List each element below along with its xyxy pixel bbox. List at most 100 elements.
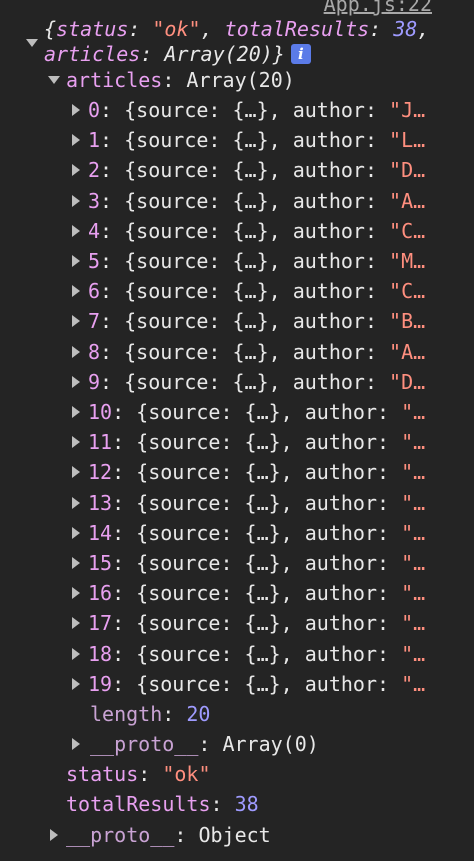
length-value: 20	[186, 702, 211, 726]
status-colon: :	[138, 762, 163, 786]
expand-arrow-icon[interactable]	[72, 526, 80, 539]
brace-open: {	[44, 17, 57, 41]
array-proto-value: Array(0)	[222, 732, 319, 756]
expand-arrow-icon[interactable]	[72, 647, 80, 660]
article-index: 13	[88, 490, 113, 515]
array-proto-colon: :	[198, 732, 223, 756]
article-author-value: "A…	[389, 339, 426, 364]
article-preview: : {source: {…}, author:	[100, 98, 390, 122]
article-preview: : {source: {…}, author:	[112, 551, 402, 575]
article-author-value: "…	[401, 490, 426, 515]
article-author-value: "…	[401, 520, 426, 545]
expand-arrow-icon[interactable]	[72, 164, 80, 177]
object-proto-key: __proto__	[66, 823, 175, 847]
summary-total-key: totalResults	[224, 17, 370, 41]
collapse-arrow-icon[interactable]	[48, 76, 60, 84]
article-index: 4	[88, 218, 101, 243]
article-index: 2	[88, 158, 101, 183]
summary-status-value: "ok"	[152, 17, 201, 41]
article-author-value: "…	[401, 641, 426, 666]
article-index: 15	[88, 551, 113, 575]
article-index: 18	[88, 641, 113, 666]
expand-arrow-icon[interactable]	[72, 375, 80, 388]
article-index: 5	[88, 249, 101, 273]
console-source-link[interactable]: App.js:22	[324, 0, 432, 14]
article-preview: : {source: {…}, author:	[100, 158, 390, 183]
expand-arrow-icon[interactable]	[72, 104, 80, 116]
article-index: 11	[88, 430, 113, 455]
expand-arrow-icon[interactable]	[72, 345, 80, 358]
object-proto-value: Object	[198, 823, 271, 847]
brace-close: }	[272, 42, 285, 66]
expand-arrow-icon[interactable]	[72, 194, 80, 207]
expand-arrow-icon[interactable]	[72, 738, 80, 750]
article-index: 16	[88, 581, 113, 606]
summary-colon: :	[369, 17, 394, 41]
collapse-arrow-icon[interactable]	[26, 39, 38, 47]
summary-status-key: status	[56, 17, 129, 41]
expand-arrow-icon[interactable]	[72, 466, 80, 479]
article-index: 17	[88, 611, 113, 636]
article-index: 0	[88, 98, 101, 122]
expand-arrow-icon[interactable]	[72, 587, 80, 600]
article-preview: : {source: {…}, author:	[100, 249, 390, 273]
summary-colon: :	[140, 42, 165, 66]
article-author-value: "C…	[389, 218, 426, 243]
article-index: 7	[88, 309, 101, 334]
article-index: 6	[88, 279, 101, 304]
article-preview: : {source: {…}, author:	[112, 430, 402, 455]
expand-arrow-icon[interactable]	[72, 677, 80, 690]
expand-arrow-icon[interactable]	[72, 496, 80, 509]
article-preview: : {source: {…}, author:	[112, 641, 402, 666]
summary-articles-key: articles	[44, 42, 141, 66]
article-author-value: "D…	[389, 158, 426, 183]
expand-arrow-icon[interactable]	[72, 557, 80, 569]
article-preview: : {source: {…}, author:	[112, 611, 402, 636]
article-author-value: "M…	[389, 249, 426, 273]
expand-arrow-icon[interactable]	[72, 315, 80, 328]
object-proto-colon: :	[174, 823, 199, 847]
expand-arrow-icon[interactable]	[72, 285, 80, 298]
article-author-value: "…	[401, 430, 426, 455]
summary-articles-value: Array(20)	[164, 42, 273, 66]
article-preview: : {source: {…}, author:	[100, 128, 390, 153]
article-preview: : {source: {…}, author:	[100, 309, 390, 334]
article-index: 10	[88, 400, 113, 424]
article-index: 9	[88, 369, 101, 394]
articles-key: articles	[66, 68, 163, 92]
expand-arrow-icon[interactable]	[50, 829, 58, 841]
article-author-value: "…	[401, 551, 426, 575]
total-results-colon: :	[210, 792, 235, 816]
article-author-value: "…	[401, 460, 426, 485]
article-index: 12	[88, 460, 113, 485]
article-index: 3	[88, 188, 101, 213]
article-index: 1	[88, 128, 101, 153]
total-results-value: 38	[234, 792, 259, 816]
expand-arrow-icon[interactable]	[72, 255, 80, 267]
expand-arrow-icon[interactable]	[72, 436, 80, 449]
article-preview: : {source: {…}, author:	[100, 369, 390, 394]
article-author-value: "A…	[389, 188, 426, 213]
article-index: 19	[88, 671, 113, 696]
article-preview: : {source: {…}, author:	[112, 581, 402, 606]
length-colon: :	[162, 702, 187, 726]
article-index: 8	[88, 339, 101, 364]
article-preview: : {source: {…}, author:	[112, 490, 402, 515]
article-author-value: "B…	[389, 309, 426, 334]
article-author-value: "L…	[389, 128, 426, 153]
expand-arrow-icon[interactable]	[72, 406, 80, 418]
article-preview: : {source: {…}, author:	[112, 671, 402, 696]
summary-trailing-comma: ,	[417, 17, 430, 41]
article-author-value: "…	[401, 611, 426, 636]
expand-arrow-icon[interactable]	[72, 134, 80, 147]
article-preview: : {source: {…}, author:	[100, 188, 390, 213]
article-author-value: "D…	[389, 369, 426, 394]
article-preview: : {source: {…}, author:	[112, 400, 402, 424]
article-preview: : {source: {…}, author:	[100, 218, 390, 243]
article-author-value: "…	[401, 671, 426, 696]
expand-arrow-icon[interactable]	[72, 224, 80, 237]
info-icon[interactable]: i	[290, 44, 311, 64]
article-author-value: "…	[401, 581, 426, 606]
articles-value: Array(20)	[186, 68, 295, 92]
expand-arrow-icon[interactable]	[72, 617, 80, 630]
